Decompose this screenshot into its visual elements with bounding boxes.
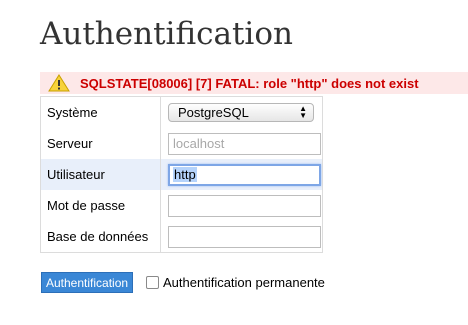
password-input[interactable] bbox=[168, 194, 321, 217]
system-label: Système bbox=[40, 96, 161, 128]
permanent-login-option[interactable]: Authentification permanente bbox=[146, 275, 325, 290]
row-server: Serveur localhost bbox=[40, 128, 323, 159]
warning-icon bbox=[48, 74, 70, 92]
username-input[interactable]: http bbox=[168, 163, 321, 186]
system-select[interactable]: PostgreSQL ▲ ▼ bbox=[168, 103, 314, 122]
database-input[interactable] bbox=[168, 225, 321, 248]
password-label: Mot de passe bbox=[40, 190, 161, 221]
permanent-login-label: Authentification permanente bbox=[163, 275, 325, 290]
row-username: Utilisateur http bbox=[40, 159, 323, 190]
page-title: Authentification bbox=[40, 16, 293, 52]
system-select-value: PostgreSQL bbox=[178, 105, 249, 120]
row-database: Base de données bbox=[40, 221, 323, 253]
error-message: SQLSTATE[08006] [7] FATAL: role "http" d… bbox=[80, 75, 419, 91]
server-input[interactable]: localhost bbox=[168, 132, 321, 155]
username-value: http bbox=[173, 166, 197, 182]
login-button[interactable]: Authentification bbox=[41, 272, 134, 293]
select-arrows-icon: ▲ ▼ bbox=[299, 104, 307, 120]
database-label: Base de données bbox=[40, 221, 161, 253]
row-password: Mot de passe bbox=[40, 190, 323, 221]
server-label: Serveur bbox=[40, 128, 161, 159]
login-form-table: Système PostgreSQL ▲ ▼ Serveur localhost … bbox=[40, 96, 323, 253]
row-system: Système PostgreSQL ▲ ▼ bbox=[40, 96, 323, 128]
error-banner: SQLSTATE[08006] [7] FATAL: role "http" d… bbox=[40, 72, 468, 94]
permanent-login-checkbox[interactable] bbox=[146, 276, 159, 289]
username-label: Utilisateur bbox=[40, 159, 161, 190]
